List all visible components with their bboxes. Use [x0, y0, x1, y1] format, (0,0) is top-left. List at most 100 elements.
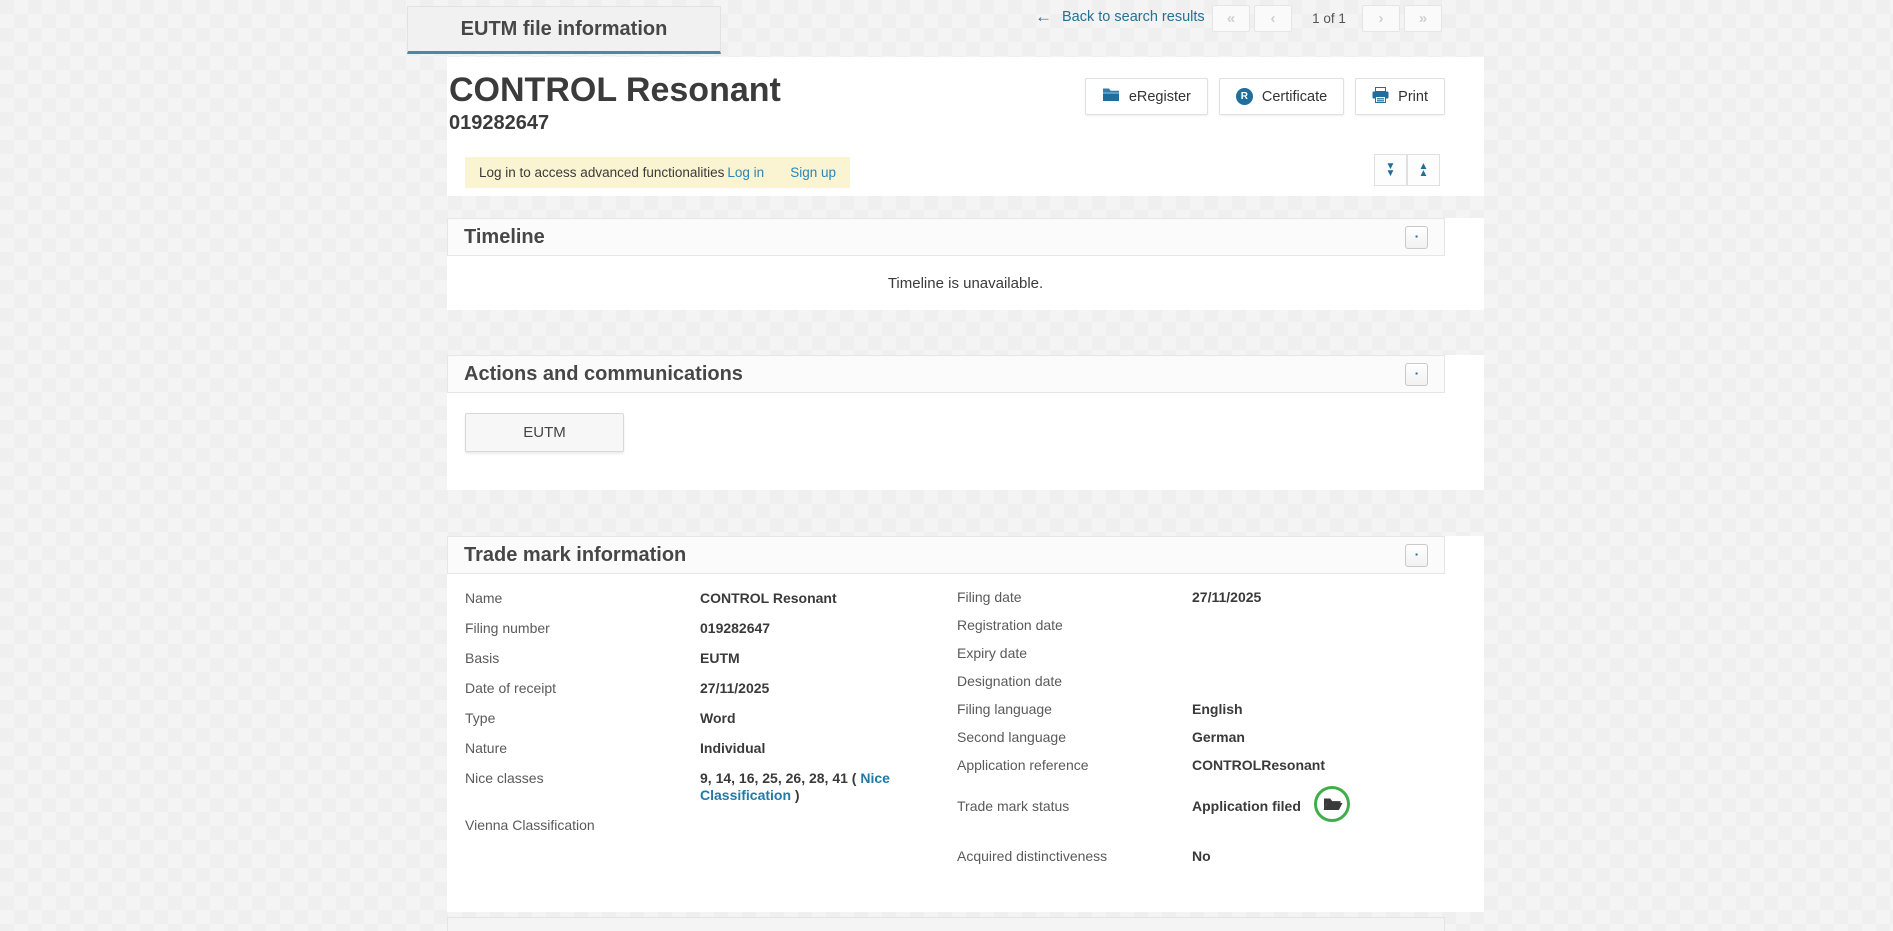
- field-row-type: Type Word: [465, 704, 957, 734]
- field-value: CONTROL Resonant: [700, 590, 837, 607]
- back-arrow-icon: ←: [1035, 8, 1052, 25]
- field-label: Registration date: [957, 617, 1192, 634]
- field-row-nice-classes: Nice classes 9, 14, 16, 25, 26, 28, 41 (…: [465, 764, 957, 811]
- trademark-section-header: Trade mark information ▪: [447, 536, 1445, 574]
- printer-icon: [1372, 87, 1389, 107]
- certificate-button[interactable]: R Certificate: [1219, 78, 1344, 115]
- back-link-label: Back to search results: [1062, 9, 1205, 25]
- trade-mark-status-value: Application filed: [1192, 798, 1301, 815]
- trademark-left-column: Name CONTROL Resonant Filing number 0192…: [465, 584, 957, 912]
- field-row-expiry-date: Expiry date: [957, 640, 1466, 668]
- field-row-registration-date: Registration date: [957, 612, 1466, 640]
- tab-eutm-file-information[interactable]: EUTM file information: [407, 6, 721, 54]
- eutm-tab-button-label: EUTM: [523, 424, 566, 441]
- actions-section-content: EUTM: [447, 393, 1484, 490]
- login-bar-message: Log in to access advanced functionalitie…: [479, 165, 724, 180]
- folder-icon: [1102, 87, 1120, 106]
- field-row-application-reference: Application reference CONTROLResonant: [957, 752, 1466, 780]
- field-label: Basis: [465, 650, 700, 667]
- last-page-icon: »: [1419, 11, 1427, 26]
- field-row-vienna-classification: Vienna Classification: [465, 811, 957, 841]
- chevron-up-icon: ▲: [1419, 170, 1429, 177]
- tab-label: EUTM file information: [461, 18, 668, 41]
- field-label: Expiry date: [957, 645, 1192, 662]
- pagination-prev-button[interactable]: ‹: [1254, 5, 1292, 32]
- next-page-icon: ›: [1379, 11, 1384, 26]
- eregister-button-label: eRegister: [1129, 89, 1191, 105]
- signup-link[interactable]: Sign up: [790, 165, 836, 180]
- timeline-section: Timeline ▪ Timeline is unavailable.: [447, 218, 1484, 310]
- eregister-button[interactable]: eRegister: [1085, 78, 1208, 115]
- next-section-header-partial: [447, 917, 1445, 931]
- login-link[interactable]: Log in: [727, 165, 764, 180]
- field-value: 27/11/2025: [1192, 589, 1261, 606]
- collapse-section-icon: ▪: [1415, 551, 1418, 559]
- field-value: EUTM: [700, 650, 740, 667]
- header-block: CONTROL Resonant 019282647 eRegister R C…: [447, 57, 1484, 196]
- field-row-basis: Basis EUTM: [465, 644, 957, 674]
- trademark-information-section: Trade mark information ▪ Name CONTROL Re…: [447, 536, 1484, 912]
- first-page-icon: «: [1227, 11, 1235, 26]
- eutm-tab-button[interactable]: EUTM: [465, 413, 624, 452]
- certificate-button-label: Certificate: [1262, 89, 1327, 105]
- field-label: Application reference: [957, 757, 1192, 774]
- actions-communications-section: Actions and communications ▪ EUTM: [447, 355, 1484, 490]
- field-label: Second language: [957, 729, 1192, 746]
- main-content: CONTROL Resonant 019282647 eRegister R C…: [447, 57, 1484, 931]
- trademark-section-title: Trade mark information: [464, 544, 686, 567]
- timeline-section-header: Timeline ▪: [447, 218, 1445, 256]
- field-label: Filing date: [957, 589, 1192, 606]
- expand-all-button[interactable]: ▼ ▼: [1374, 154, 1407, 186]
- timeline-collapse-button[interactable]: ▪: [1405, 226, 1428, 249]
- action-buttons: eRegister R Certificate: [1085, 78, 1445, 115]
- pagination-next-button[interactable]: ›: [1362, 5, 1400, 32]
- print-button-label: Print: [1398, 89, 1428, 105]
- registered-icon: R: [1236, 88, 1253, 105]
- actions-collapse-button[interactable]: ▪: [1405, 363, 1428, 386]
- field-row-filing-date: Filing date 27/11/2025: [957, 584, 1466, 612]
- field-row-filing-language: Filing language English: [957, 696, 1466, 724]
- trademark-right-column: Filing date 27/11/2025 Registration date…: [957, 584, 1466, 912]
- field-row-date-of-receipt: Date of receipt 27/11/2025: [465, 674, 957, 704]
- login-bar: Log in to access advanced functionalitie…: [465, 157, 850, 188]
- field-row-designation-date: Designation date: [957, 668, 1466, 696]
- page-indicator: 1 of 1: [1300, 11, 1358, 26]
- field-label: Filing language: [957, 701, 1192, 718]
- collapse-all-button[interactable]: ▲ ▲: [1407, 154, 1440, 186]
- field-row-name: Name CONTROL Resonant: [465, 584, 957, 614]
- collapse-section-icon: ▪: [1415, 233, 1418, 241]
- print-button[interactable]: Print: [1355, 78, 1445, 115]
- field-value: English: [1192, 701, 1243, 718]
- field-value: CONTROLResonant: [1192, 757, 1325, 774]
- nice-classes-suffix: ): [791, 787, 800, 803]
- open-folder-status-icon: [1313, 785, 1351, 827]
- trademark-collapse-button[interactable]: ▪: [1405, 544, 1428, 567]
- chevron-down-icon: ▼: [1386, 170, 1396, 177]
- field-value: Word: [700, 710, 736, 727]
- back-to-search-results-link[interactable]: ← Back to search results: [1035, 8, 1205, 25]
- trademark-section-content: Name CONTROL Resonant Filing number 0192…: [447, 574, 1484, 912]
- field-row-trade-mark-status: Trade mark status Application filed: [957, 780, 1466, 833]
- field-label: Nice classes: [465, 770, 700, 804]
- collapse-section-icon: ▪: [1415, 370, 1418, 378]
- expand-collapse-all-buttons: ▼ ▼ ▲ ▲: [1374, 154, 1440, 186]
- timeline-content: Timeline is unavailable.: [447, 256, 1484, 310]
- pagination-first-button[interactable]: «: [1212, 5, 1250, 32]
- pagination-last-button[interactable]: »: [1404, 5, 1442, 32]
- field-value: No: [1192, 848, 1211, 865]
- actions-section-title: Actions and communications: [464, 363, 743, 386]
- field-value: German: [1192, 729, 1245, 746]
- timeline-unavailable-message: Timeline is unavailable.: [888, 275, 1043, 292]
- field-label: Acquired distinctiveness: [957, 848, 1192, 865]
- field-row-acquired-distinctiveness: Acquired distinctiveness No: [957, 843, 1466, 871]
- field-label: Filing number: [465, 620, 700, 637]
- field-value: 27/11/2025: [700, 680, 769, 697]
- field-row-nature: Nature Individual: [465, 734, 957, 764]
- field-label: Date of receipt: [465, 680, 700, 697]
- field-label: Name: [465, 590, 700, 607]
- status-value-wrap: Application filed: [1192, 785, 1351, 827]
- timeline-section-title: Timeline: [464, 226, 545, 249]
- field-label: Type: [465, 710, 700, 727]
- field-row-filing-number: Filing number 019282647: [465, 614, 957, 644]
- prev-page-icon: ‹: [1271, 11, 1276, 26]
